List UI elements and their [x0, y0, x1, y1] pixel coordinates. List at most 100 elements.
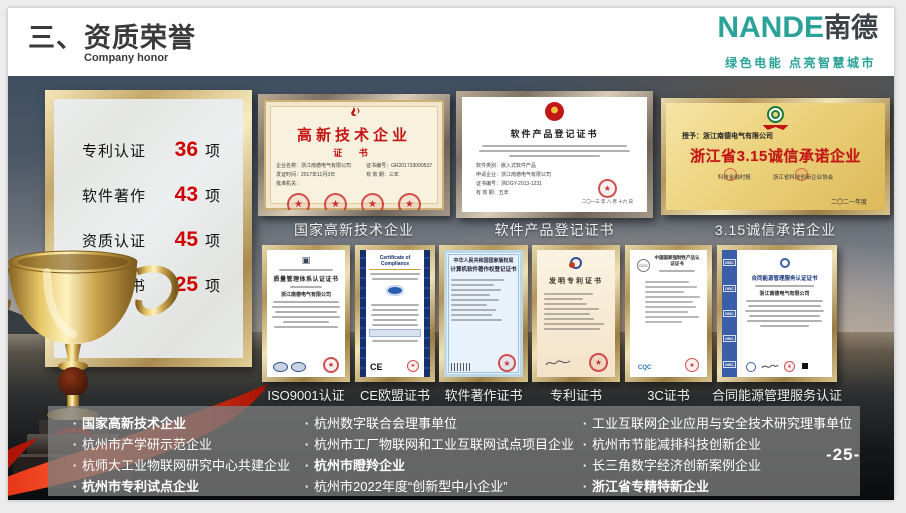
- stat-unit: 项: [205, 140, 220, 161]
- company-name: 浙江南德电气有限公司: [743, 290, 826, 297]
- red-seal-icon: ★: [498, 354, 516, 372]
- honor-text: 国家高新技术企业: [82, 413, 186, 434]
- honor-text: 杭州市产学研示范企业: [82, 434, 212, 455]
- red-seal-icon: ★: [598, 179, 617, 198]
- red-seal-icon: ★: [398, 193, 421, 210]
- issuer-right: 浙江省科技创新企业协会: [773, 173, 834, 181]
- signature: [761, 362, 779, 371]
- plaque-face: 授予：浙江南德电气有限公司 浙江省3.15诚信承诺企业 科技金融时报 浙江省科技…: [666, 103, 885, 210]
- issuer-left: 科技金融时报: [718, 173, 751, 181]
- certificate-ce: Certificate of Compliance CE ★: [355, 245, 435, 382]
- plaque-year: 二〇二一年度: [831, 197, 867, 206]
- certificate-caption: 3C证书: [625, 385, 712, 404]
- ce-oval-logo-icon: [369, 283, 421, 301]
- certificate-paper: CCC 中国国家强制性产品认证证书 CQC ★: [630, 250, 707, 377]
- bullet-icon: ·: [578, 476, 592, 497]
- certificate-315-integrity-plaque: 授予：浙江南德电气有限公司 浙江省3.15诚信承诺企业 科技金融时报 浙江省科技…: [661, 98, 890, 215]
- certificate-caption: 合同能源管理服务认证: [711, 385, 843, 404]
- certificate-paper: 高新技术企业 证 书 企业名称：浙江南德电气有限公司 发证时间：2017年11月…: [264, 100, 444, 210]
- certificate-caption: 3.15诚信承诺企业: [661, 220, 890, 240]
- issuer-logo-icon: [743, 255, 826, 273]
- ce-content: Certificate of Compliance: [360, 250, 430, 342]
- certificate-fields: 企业名称：浙江南德电气有限公司 发证时间：2017年11月3日 批准机关： 证书…: [264, 159, 444, 189]
- certificate-paper: 中华人民共和国国家版权局 计算机软件著作权登记证书 ★: [444, 250, 523, 377]
- gbc-logo-icon: GBC: [723, 335, 736, 342]
- logo-tagline: 绿色电能 点亮智慧城市: [725, 54, 876, 71]
- honor-text: 杭州市节能减排科技创新企业: [592, 434, 761, 455]
- certificate-software-product: 软件产品登记证书 软件类别：嵌入式软件产品 申请企业：浙江南德电气有限公司 证书…: [456, 91, 653, 218]
- red-seal-icon: ★: [407, 360, 419, 372]
- honor-text: 杭州市专利试点企业: [82, 476, 199, 497]
- red-seal-icon: [724, 168, 737, 181]
- honor-item: ·杭州市瞪羚企业: [300, 455, 574, 476]
- certificate-subtitle: 证 书: [264, 146, 444, 159]
- bullet-icon: ·: [300, 455, 314, 476]
- flame-logo-icon: [264, 104, 444, 124]
- honor-item: ·杭州市2022年度“创新型中小企业”: [300, 476, 574, 497]
- honor-item: ·杭师大工业物联网研究中心共建企业: [68, 455, 290, 476]
- honors-column-3: ·工业互联网企业应用与安全技术研究理事单位 ·杭州市节能减排科技创新企业 ·长三…: [578, 413, 852, 497]
- ce-mark: CE: [370, 362, 383, 372]
- 3c-header: CCC 中国国家强制性产品认证证书: [630, 255, 707, 275]
- certificate-paper: GBC GBC GBC GBC GBC 合同能源管理服务认证证书 浙江南德电气有…: [722, 250, 832, 377]
- patent-logo-icon: [537, 256, 615, 274]
- bullet-icon: ·: [578, 455, 592, 476]
- red-seal-icon: ★: [361, 193, 384, 210]
- bullet-icon: ·: [300, 413, 314, 434]
- signature: [545, 357, 571, 369]
- certificate-title: 软件产品登记证书: [462, 127, 647, 140]
- certificate-paper: 软件产品登记证书 软件类别：嵌入式软件产品 申请企业：浙江南德电气有限公司 证书…: [462, 97, 647, 212]
- red-seal-icon: ★: [685, 358, 699, 372]
- body-lines: [462, 140, 647, 157]
- certificate-title: 合同能源管理服务认证证书: [743, 274, 826, 282]
- certificate-title: 计算机软件著作权登记证书: [444, 265, 523, 273]
- certificate-high-tech-enterprise: 高新技术企业 证 书 企业名称：浙江南德电气有限公司 发证时间：2017年11月…: [258, 94, 450, 216]
- bullet-icon: ·: [68, 434, 82, 455]
- iaf-logo-icon: [273, 362, 288, 372]
- ce-right-band: [424, 250, 430, 377]
- page-number: -25-: [826, 445, 860, 465]
- honor-text: 杭师大工业物联网研究中心共建企业: [82, 455, 290, 476]
- bullet-icon: ·: [68, 455, 82, 476]
- bullet-icon: ·: [578, 434, 592, 455]
- honor-text: 杭州市工厂物联网和工业互联网试点项目企业: [314, 434, 574, 455]
- cert-emblem-icon: ▣: [267, 255, 345, 266]
- gbc-logo-icon: GBC: [723, 285, 736, 292]
- red-seal-icon: ★: [589, 353, 608, 372]
- red-seal-icon: ★: [287, 193, 310, 210]
- qr-code: [800, 361, 811, 372]
- certificate-title: 质量管理体系认证证书: [267, 274, 345, 283]
- body-lines: [444, 273, 523, 321]
- stat-value: 36: [162, 138, 198, 162]
- certificate-3c: CCC 中国国家强制性产品认证证书 CQC ★: [625, 245, 712, 382]
- certificate-caption: 软件产品登记证书: [456, 220, 653, 240]
- slide: 三、资质荣誉 Company honor NANDE南德 绿色电能 点亮智慧城市…: [8, 8, 894, 500]
- honor-item: ·工业互联网企业应用与安全技术研究理事单位: [578, 413, 852, 434]
- honors-band: ·国家高新技术企业 ·杭州市产学研示范企业 ·杭师大工业物联网研究中心共建企业 …: [48, 406, 860, 496]
- certificate-caption: 国家高新技术企业: [258, 220, 450, 240]
- seal-row: ★ ★ ★ ★: [264, 193, 444, 210]
- cqc-logo-text: CQC: [638, 365, 651, 371]
- certificate-patent: 发明专利证书 ★: [532, 245, 620, 382]
- red-seal-icon: ★: [784, 361, 795, 372]
- stat-label: 专利认证: [82, 140, 162, 161]
- red-seal-icon: [795, 168, 808, 181]
- honors-column-1: ·国家高新技术企业 ·杭州市产学研示范企业 ·杭师大工业物联网研究中心共建企业 …: [68, 413, 290, 497]
- honor-text: 杭州数字联合会理事单位: [314, 413, 457, 434]
- gbc-side-band: GBC GBC GBC GBC GBC: [722, 250, 737, 377]
- honor-item: ·浙江省专精特新企业: [578, 476, 852, 497]
- fields-right: 证书编号：GR201733000537 有 效 期：三年: [366, 162, 432, 189]
- footer-logos: ★: [746, 361, 811, 372]
- certificate-iso9001: ▣ 质量管理体系认证证书 浙江南德电气有限公司 ★: [262, 245, 350, 382]
- red-seal-icon: ★: [324, 193, 347, 210]
- page-title: 三、资质荣誉: [28, 16, 196, 55]
- certificate-software-copyright: 中华人民共和国国家版权局 计算机软件著作权登记证书 ★: [439, 245, 528, 382]
- honor-item: ·杭州数字联合会理事单位: [300, 413, 574, 434]
- certificate-title: 高新技术企业: [264, 124, 444, 145]
- barcode: [451, 363, 471, 371]
- gbc-logo-icon: GBC: [723, 361, 736, 368]
- issuer-row: 科技金融时报 浙江省科技创新企业协会: [666, 173, 885, 181]
- stat-row: 专利认证 36 项: [82, 138, 243, 162]
- red-seal-icon: ★: [323, 357, 339, 373]
- cnas-logo-icon: [291, 362, 306, 372]
